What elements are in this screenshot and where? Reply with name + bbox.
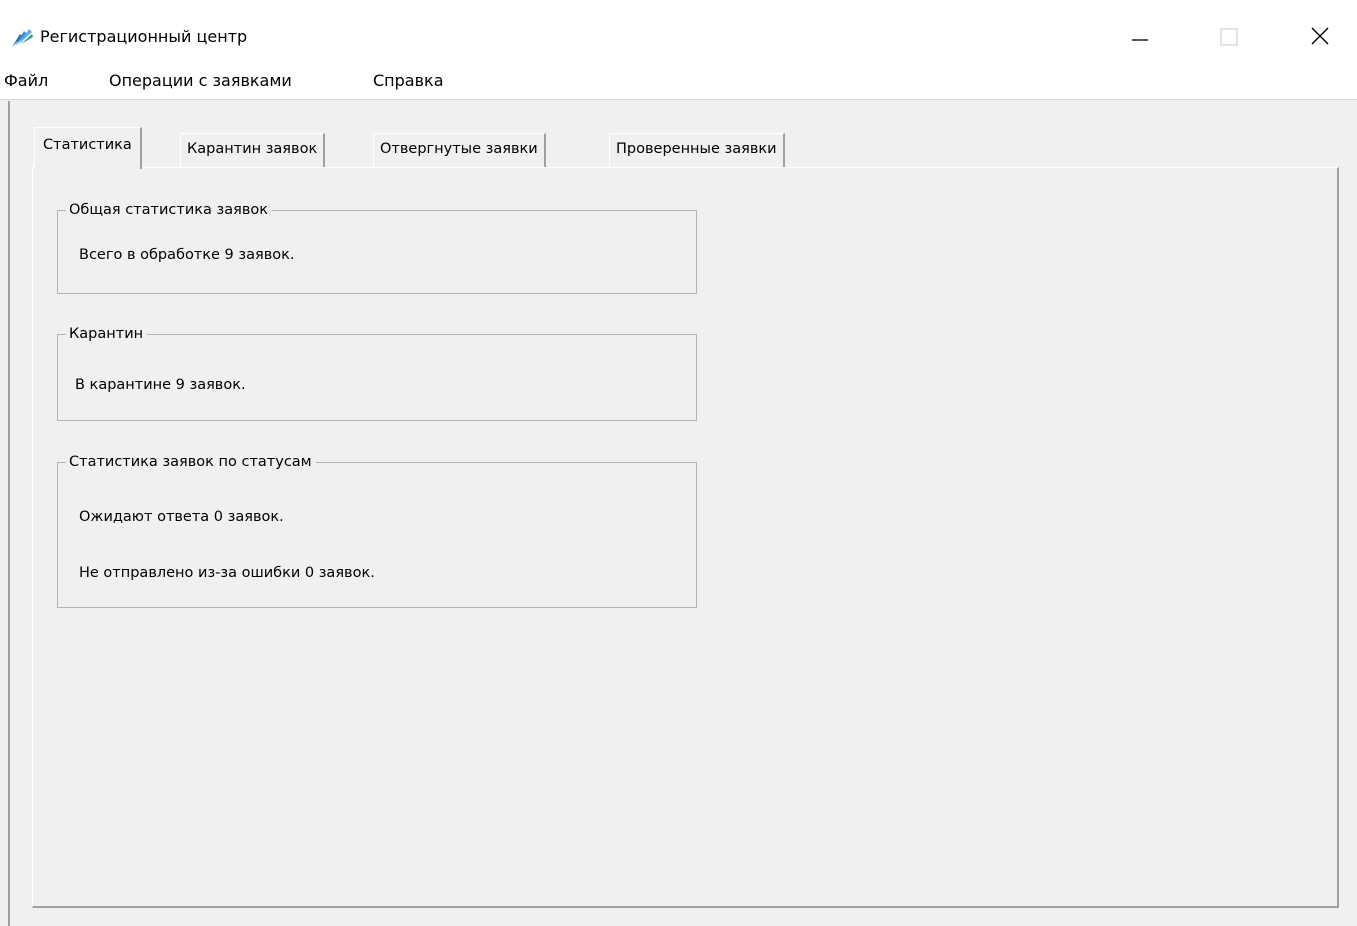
- group-quarantine-title: Карантин: [66, 324, 148, 344]
- group-status-statistics: Статистика заявок по статусам Ожидают от…: [57, 452, 697, 608]
- title-bar[interactable]: Регистрационный центр: [0, 0, 1357, 64]
- app-window: Регистрационный центр Файл Операции с за…: [0, 0, 1357, 926]
- minimize-icon: [1130, 26, 1150, 50]
- group-general-title: Общая статистика заявок: [66, 200, 272, 220]
- quarantine-count-text: В карантине 9 заявок.: [75, 377, 246, 393]
- window-title: Регистрационный центр: [40, 27, 248, 46]
- tab-statistics[interactable]: Статистика: [34, 127, 142, 169]
- menu-item-help[interactable]: Справка: [373, 70, 444, 94]
- menu-item-requests-operations[interactable]: Операции с заявками: [109, 70, 292, 94]
- group-quarantine: Карантин В карантине 9 заявок.: [57, 324, 697, 421]
- menu-bar: Файл Операции с заявками Справка: [0, 64, 1357, 100]
- close-button[interactable]: [1290, 18, 1350, 58]
- minimize-button[interactable]: [1110, 18, 1170, 58]
- maximize-button[interactable]: [1198, 18, 1258, 58]
- group-general-statistics: Общая статистика заявок Всего в обработк…: [57, 200, 697, 294]
- awaiting-response-text: Ожидают ответа 0 заявок.: [79, 509, 284, 525]
- not-sent-error-text: Не отправлено из-за ошибки 0 заявок.: [79, 565, 375, 581]
- close-icon: [1309, 25, 1331, 51]
- tab-rejected[interactable]: Отвергнутые заявки: [373, 133, 546, 167]
- tab-quarantine[interactable]: Карантин заявок: [180, 133, 326, 167]
- menu-item-file[interactable]: Файл: [4, 70, 48, 94]
- tab-verified[interactable]: Проверенные заявки: [609, 133, 785, 167]
- wing-app-icon: [10, 26, 34, 48]
- total-in-processing-text: Всего в обработке 9 заявок.: [79, 247, 295, 263]
- maximize-icon: [1218, 26, 1238, 50]
- group-status-title: Статистика заявок по статусам: [66, 452, 316, 472]
